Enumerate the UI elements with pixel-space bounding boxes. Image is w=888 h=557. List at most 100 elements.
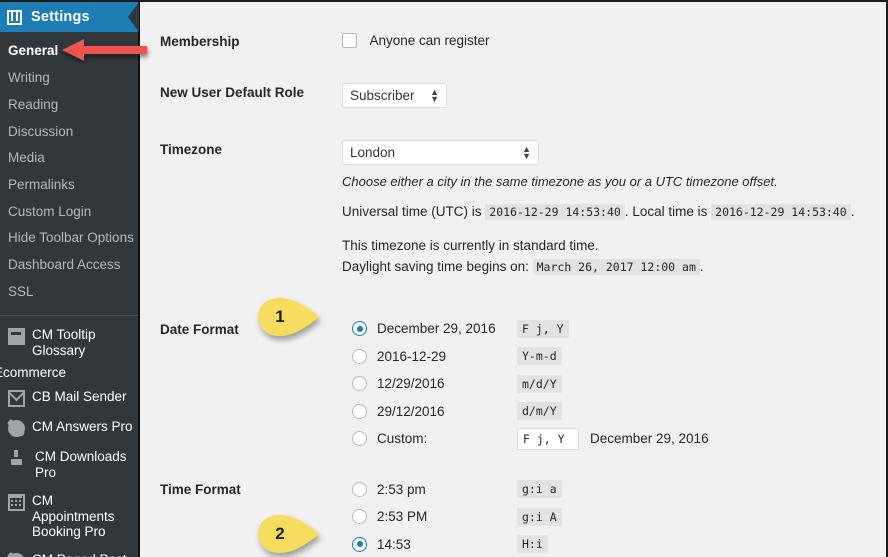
- option-preview: 29/12/2016: [377, 403, 445, 419]
- gear-icon: [8, 419, 25, 437]
- dst-prefix-text: Daylight saving time begins on:: [342, 258, 529, 274]
- option-preview: 12/29/2016: [377, 376, 445, 392]
- sidebar-header-title: Settings: [31, 9, 90, 25]
- radio-button[interactable]: [352, 348, 367, 364]
- sidebar-item-cb-mail-sender[interactable]: CB Mail Sender: [0, 383, 138, 413]
- tooltip-icon: [8, 328, 25, 346]
- sidebar-item-media[interactable]: Media: [0, 145, 138, 172]
- radio-button[interactable]: [352, 536, 367, 552]
- field-row-membership: Membership Anyone can register: [142, 32, 886, 50]
- red-arrow-annotation: [62, 39, 147, 61]
- settings-form: Membership Anyone can register New User …: [142, 2, 886, 557]
- callout-badge-2: 2: [257, 514, 321, 554]
- field-row-new-user-default-role: New User Default Role Subscriber ▲ ▼: [142, 83, 886, 108]
- dst-date-value: March 26, 2017 12:00 am: [532, 258, 700, 275]
- sidebar-item-ssl[interactable]: SSL: [0, 278, 138, 305]
- sidebar-header-settings[interactable]: Settings: [0, 2, 139, 32]
- date-format-option-f-j-y[interactable]: December 29, 2016 F j, Y: [352, 315, 886, 343]
- mail-icon: [8, 389, 25, 407]
- sidebar-item-reading[interactable]: Reading: [0, 91, 138, 118]
- radio-button[interactable]: [352, 431, 367, 447]
- utc-time-value: 2016-12-29 14:53:40: [485, 204, 625, 220]
- sidebar-item-cm-appointments-booking-pro[interactable]: CM Appointments Booking Pro: [0, 487, 138, 547]
- sidebar-item-dashboard-access[interactable]: Dashboard Access: [0, 252, 138, 279]
- calendar-icon: [8, 493, 25, 511]
- sidebar-item-label: CM Tooltip Glossary: [32, 327, 96, 358]
- utc-prefix-text: Universal time (UTC) is: [342, 204, 482, 219]
- timezone-utc-line: Universal time (UTC) is 2016-12-29 14:53…: [342, 202, 886, 223]
- option-preview: 2:53 pm: [377, 481, 426, 497]
- sidebar-item-ecommerce[interactable]: Ecommerce: [0, 365, 138, 383]
- radio-button[interactable]: [352, 481, 367, 497]
- field-row-time-format: Time Format 2:53 pm g:i a 2:53 PM g:i A …: [142, 475, 886, 557]
- sidebar-item-cm-paged-post-slider[interactable]: CM Paged Post Slider: [0, 546, 138, 557]
- sidebar-item-label: CM Appointments Booking Pro: [32, 492, 115, 540]
- settings-submenu: General Writing Reading Discussion Media…: [0, 32, 138, 305]
- dst-suffix-text: .: [699, 258, 704, 274]
- membership-label: Membership: [160, 34, 240, 49]
- time-format-label: Time Format: [160, 482, 241, 498]
- plugin-menu: CM Tooltip Glossary Ecommerce CB Mail Se…: [0, 316, 138, 557]
- option-preview: 2:53 PM: [377, 509, 428, 525]
- sidebar-item-permalinks[interactable]: Permalinks: [0, 172, 138, 199]
- timezone-dst-block: This timezone is currently in standard t…: [342, 236, 886, 278]
- local-time-value: 2016-12-29 14:53:40: [711, 204, 851, 220]
- sidebar-item-label: CM Answers Pro: [32, 418, 133, 434]
- new-user-default-role-label: New User Default Role: [160, 85, 305, 100]
- download-icon: [11, 449, 28, 467]
- custom-date-format-input[interactable]: [517, 427, 579, 450]
- field-row-date-format: Date Format December 29, 2016 F j, Y 201…: [142, 315, 886, 453]
- timezone-select-wrapper[interactable]: London ▲ ▼: [342, 140, 539, 165]
- callout-number: 2: [275, 524, 285, 543]
- time-format-option-gia-upper[interactable]: 2:53 PM g:i A: [352, 503, 886, 531]
- radio-button[interactable]: [352, 376, 367, 392]
- timezone-select[interactable]: London: [342, 140, 539, 165]
- field-row-timezone: Timezone London ▲ ▼ Choose either a city …: [142, 140, 886, 278]
- custom-date-preview: December 29, 2016: [590, 431, 709, 447]
- radio-button[interactable]: [352, 321, 367, 337]
- option-code: g:i a: [517, 480, 562, 499]
- sidebar-item-hide-toolbar-options[interactable]: Hide Toolbar Options: [0, 225, 138, 252]
- checkbox-label: Anyone can register: [369, 33, 490, 48]
- app-window: Settings General Writing Reading Discuss…: [0, 0, 888, 557]
- new-user-default-role-select[interactable]: Subscriber: [342, 83, 447, 108]
- checkbox-box[interactable]: [342, 33, 357, 48]
- utc-mid-text: . Local time is: [624, 204, 708, 219]
- sidebar-item-custom-login[interactable]: Custom Login: [0, 198, 138, 225]
- gear-icon: [8, 553, 25, 557]
- new-user-default-role-select-wrapper[interactable]: Subscriber ▲ ▼: [342, 83, 447, 108]
- admin-sidebar: Settings General Writing Reading Discuss…: [0, 2, 140, 557]
- custom-label: Custom:: [377, 431, 428, 447]
- option-code: m/d/Y: [517, 374, 562, 393]
- timezone-label: Timezone: [160, 142, 223, 157]
- sidebar-header-notch: [128, 2, 139, 32]
- radio-button[interactable]: [352, 509, 367, 525]
- callout-badge-1: 1: [257, 297, 321, 337]
- option-code: Y-m-d: [517, 347, 562, 366]
- option-code: F j, Y: [517, 319, 569, 338]
- date-format-option-d-m-y[interactable]: 29/12/2016 d/m/Y: [352, 397, 886, 425]
- standard-time-note: This timezone is currently in standard t…: [342, 237, 599, 253]
- time-format-option-gia-lower[interactable]: 2:53 pm g:i a: [352, 475, 886, 503]
- option-preview: December 29, 2016: [377, 321, 496, 337]
- radio-button[interactable]: [352, 403, 367, 419]
- option-code: H:i: [517, 535, 548, 554]
- settings-sliders-icon: [7, 9, 22, 25]
- utc-suffix-text: .: [850, 204, 855, 219]
- sidebar-item-cm-answers-pro[interactable]: CM Answers Pro: [0, 413, 138, 443]
- sidebar-item-label: CB Mail Sender: [32, 388, 127, 404]
- time-format-option-hi[interactable]: 14:53 H:i: [352, 530, 886, 557]
- anyone-can-register-checkbox[interactable]: Anyone can register: [342, 32, 490, 49]
- date-format-option-custom[interactable]: Custom: December 29, 2016: [352, 425, 886, 453]
- sidebar-item-cm-tooltip-glossary[interactable]: CM Tooltip Glossary: [0, 321, 138, 365]
- timezone-hint: Choose either a city in the same timezon…: [342, 174, 778, 189]
- callout-number: 1: [275, 307, 285, 326]
- sidebar-item-cm-downloads-pro[interactable]: CM Downloads Pro: [0, 443, 138, 487]
- date-format-option-y-m-d[interactable]: 2016-12-29 Y-m-d: [352, 342, 886, 370]
- sidebar-item-writing[interactable]: Writing: [0, 65, 138, 92]
- sidebar-item-label: CM Paged Post Slider: [32, 552, 134, 557]
- option-code: g:i A: [517, 507, 562, 526]
- dst-line: Daylight saving time begins on: March 26…: [342, 257, 886, 278]
- sidebar-item-discussion[interactable]: Discussion: [0, 118, 138, 145]
- date-format-option-m-d-y[interactable]: 12/29/2016 m/d/Y: [352, 370, 886, 398]
